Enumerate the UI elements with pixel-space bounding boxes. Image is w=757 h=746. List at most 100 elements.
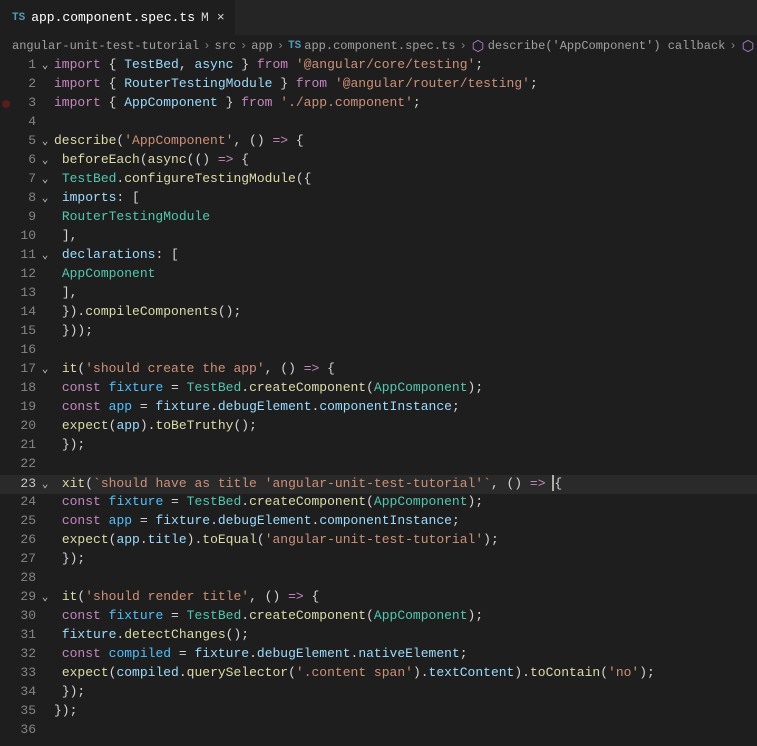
code-line[interactable]: 11⌄ declarations: [ — [0, 247, 757, 266]
code-line[interactable]: 16 — [0, 342, 757, 361]
breadcrumb-item[interactable]: src — [214, 39, 236, 53]
line-number[interactable]: 31 — [0, 627, 36, 642]
code-line[interactable]: 33 expect(compiled.querySelector('.conte… — [0, 665, 757, 684]
code-text[interactable]: const app = fixture.debugElement.compone… — [54, 513, 460, 528]
fold-toggle[interactable]: ⌄ — [36, 153, 54, 167]
code-text[interactable]: import { RouterTestingModule } from '@an… — [54, 76, 538, 91]
line-number[interactable]: 30 — [0, 608, 36, 623]
line-number[interactable]: 36 — [0, 722, 36, 737]
code-line[interactable]: 9 RouterTestingModule — [0, 209, 757, 228]
line-number[interactable]: 33 — [0, 665, 36, 680]
line-number[interactable]: 20 — [0, 418, 36, 433]
code-text[interactable]: import { AppComponent } from './app.comp… — [54, 95, 421, 110]
code-line[interactable]: 14 }).compileComponents(); — [0, 304, 757, 323]
code-text[interactable]: import { TestBed, async } from '@angular… — [54, 57, 483, 72]
code-line[interactable]: 6⌄ beforeEach(async(() => { — [0, 152, 757, 171]
code-line[interactable]: 22 — [0, 456, 757, 475]
line-number[interactable]: 1 — [0, 57, 36, 72]
code-text[interactable]: RouterTestingModule — [54, 209, 210, 224]
line-number[interactable]: 19 — [0, 399, 36, 414]
line-number[interactable]: 21 — [0, 437, 36, 452]
code-line[interactable]: 34 }); — [0, 684, 757, 703]
breadcrumb-item[interactable]: angular-unit-test-tutorial — [12, 39, 199, 53]
code-text[interactable]: imports: [ — [54, 190, 140, 205]
code-line[interactable]: 20 expect(app).toBeTruthy(); — [0, 418, 757, 437]
code-text[interactable]: it('should render title', () => { — [54, 589, 319, 604]
code-line[interactable]: 28 — [0, 570, 757, 589]
line-number[interactable]: 10 — [0, 228, 36, 243]
line-number[interactable]: 29 — [0, 589, 36, 604]
code-text[interactable]: }); — [54, 437, 85, 452]
line-number[interactable]: 16 — [0, 342, 36, 357]
code-line[interactable]: 8⌄ imports: [ — [0, 190, 757, 209]
line-number[interactable]: 5 — [0, 133, 36, 148]
code-line[interactable]: 27 }); — [0, 551, 757, 570]
code-line[interactable]: 15 })); — [0, 323, 757, 342]
code-line[interactable]: 36 — [0, 722, 757, 741]
fold-toggle[interactable]: ⌄ — [36, 58, 54, 72]
code-text[interactable]: }); — [54, 703, 77, 718]
code-line[interactable]: 2 import { RouterTestingModule } from '@a… — [0, 76, 757, 95]
code-line[interactable]: 17⌄ it('should create the app', () => { — [0, 361, 757, 380]
code-line[interactable]: 10 ], — [0, 228, 757, 247]
close-icon[interactable]: × — [217, 10, 225, 25]
code-line[interactable]: 32 const compiled = fixture.debugElement… — [0, 646, 757, 665]
code-line[interactable]: 21 }); — [0, 437, 757, 456]
fold-toggle[interactable]: ⌄ — [36, 134, 54, 148]
code-text[interactable]: }).compileComponents(); — [54, 304, 241, 319]
code-text[interactable]: ], — [54, 285, 77, 300]
breadcrumb-item[interactable]: TS app.component.spec.ts — [288, 39, 455, 53]
line-number[interactable]: 24 — [0, 494, 36, 509]
code-line[interactable]: 23⌄ xit(`should have as title 'angular-u… — [0, 475, 757, 494]
line-number[interactable]: 17 — [0, 361, 36, 376]
code-line[interactable]: 4 — [0, 114, 757, 133]
breadcrumb-item[interactable]: xit('should have — [741, 39, 757, 53]
code-text[interactable]: }); — [54, 551, 85, 566]
editor-tab[interactable]: TS app.component.spec.ts M × — [0, 0, 236, 35]
code-text[interactable]: xit(`should have as title 'angular-unit-… — [54, 476, 562, 491]
code-text[interactable]: AppComponent — [54, 266, 155, 281]
fold-toggle[interactable]: ⌄ — [36, 248, 54, 262]
code-line[interactable]: 29⌄ it('should render title', () => { — [0, 589, 757, 608]
code-text[interactable]: const fixture = TestBed.createComponent(… — [54, 380, 483, 395]
line-number[interactable]: 8 — [0, 190, 36, 205]
line-number[interactable]: 7 — [0, 171, 36, 186]
line-number[interactable]: 26 — [0, 532, 36, 547]
fold-toggle[interactable]: ⌄ — [36, 172, 54, 186]
code-text[interactable]: const compiled = fixture.debugElement.na… — [54, 646, 468, 661]
code-line[interactable]: 19 const app = fixture.debugElement.comp… — [0, 399, 757, 418]
code-text[interactable]: const fixture = TestBed.createComponent(… — [54, 494, 483, 509]
breadcrumb[interactable]: angular-unit-test-tutorial › src › app ›… — [0, 35, 757, 57]
code-text[interactable]: expect(compiled.querySelector('.content … — [54, 665, 655, 680]
code-line[interactable]: 26 expect(app.title).toEqual('angular-un… — [0, 532, 757, 551]
code-text[interactable]: ], — [54, 228, 77, 243]
code-line[interactable]: 5⌄describe('AppComponent', () => { — [0, 133, 757, 152]
line-number[interactable]: 3 — [0, 95, 36, 110]
code-line[interactable]: 1⌄import { TestBed, async } from '@angul… — [0, 57, 757, 76]
line-number[interactable]: 34 — [0, 684, 36, 699]
code-text[interactable]: expect(app).toBeTruthy(); — [54, 418, 257, 433]
line-number[interactable]: 2 — [0, 76, 36, 91]
code-line[interactable]: 35}); — [0, 703, 757, 722]
code-line[interactable]: 12 AppComponent — [0, 266, 757, 285]
code-line[interactable]: 3 import { AppComponent } from './app.com… — [0, 95, 757, 114]
fold-toggle[interactable]: ⌄ — [36, 191, 54, 205]
line-number[interactable]: 12 — [0, 266, 36, 281]
line-number[interactable]: 4 — [0, 114, 36, 129]
code-line[interactable]: 31 fixture.detectChanges(); — [0, 627, 757, 646]
code-text[interactable]: TestBed.configureTestingModule({ — [54, 171, 311, 186]
code-text[interactable]: const fixture = TestBed.createComponent(… — [54, 608, 483, 623]
code-text[interactable]: declarations: [ — [54, 247, 179, 262]
code-line[interactable]: 7⌄ TestBed.configureTestingModule({ — [0, 171, 757, 190]
line-number[interactable]: 9 — [0, 209, 36, 224]
line-number[interactable]: 28 — [0, 570, 36, 585]
line-number[interactable]: 22 — [0, 456, 36, 471]
code-text[interactable]: describe('AppComponent', () => { — [54, 133, 304, 148]
line-number[interactable]: 32 — [0, 646, 36, 661]
line-number[interactable]: 13 — [0, 285, 36, 300]
line-number[interactable]: 11 — [0, 247, 36, 262]
code-text[interactable]: })); — [54, 323, 93, 338]
code-text[interactable]: }); — [54, 684, 85, 699]
code-text[interactable]: fixture.detectChanges(); — [54, 627, 249, 642]
code-line[interactable]: 18 const fixture = TestBed.createCompone… — [0, 380, 757, 399]
